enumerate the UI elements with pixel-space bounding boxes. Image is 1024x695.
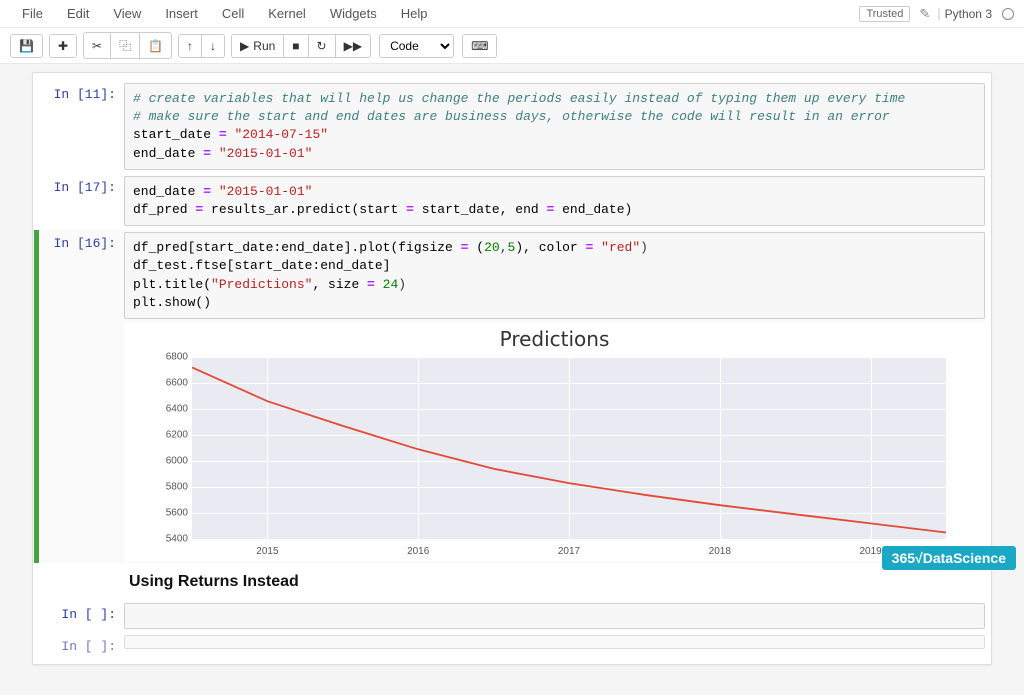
ytick: 5600 bbox=[156, 507, 188, 518]
command-palette-button[interactable]: ⌨ bbox=[463, 35, 496, 57]
fast-forward-button[interactable]: ▶▶ bbox=[336, 35, 370, 57]
ytick: 6400 bbox=[156, 403, 188, 414]
arrow-down-icon: ↓ bbox=[210, 39, 216, 53]
menu-view[interactable]: View bbox=[101, 2, 153, 25]
xtick: 2018 bbox=[709, 546, 731, 557]
run-label: Run bbox=[253, 39, 275, 53]
kernel-name[interactable]: Python 3 bbox=[945, 7, 992, 21]
ytick: 6800 bbox=[156, 351, 188, 362]
data-line bbox=[192, 367, 946, 532]
menu-help[interactable]: Help bbox=[389, 2, 440, 25]
ytick: 6600 bbox=[156, 377, 188, 388]
xtick: 2016 bbox=[407, 546, 429, 557]
save-icon: 💾 bbox=[19, 39, 34, 53]
menu-kernel[interactable]: Kernel bbox=[256, 2, 318, 25]
code-cell-16[interactable]: In [16]: df_pred[start_date:end_date].pl… bbox=[34, 230, 985, 563]
fast-forward-icon: ▶▶ bbox=[344, 39, 362, 53]
code-input[interactable]: end_date = "2015-01-01" df_pred = result… bbox=[124, 176, 985, 226]
output-area: Predictions 5400 5600 5800 6000 6200 6400 6600… bbox=[124, 319, 985, 561]
stop-icon: ■ bbox=[292, 39, 299, 53]
markdown-heading[interactable]: Using Returns Instead bbox=[39, 565, 985, 599]
save-button[interactable]: 💾 bbox=[11, 35, 42, 57]
restart-button[interactable]: ↻ bbox=[309, 35, 336, 57]
arrow-up-icon: ↑ bbox=[187, 39, 193, 53]
heading-returns: Using Returns Instead bbox=[129, 573, 985, 591]
xtick: 2015 bbox=[256, 546, 278, 557]
paste-button[interactable]: 📋 bbox=[140, 33, 171, 58]
cut-button[interactable]: ✂ bbox=[84, 33, 111, 58]
scissors-icon: ✂ bbox=[92, 39, 102, 53]
restart-icon: ↻ bbox=[317, 39, 327, 53]
menu-insert[interactable]: Insert bbox=[153, 2, 210, 25]
kernel-indicator-icon bbox=[1002, 8, 1014, 20]
paste-icon: 📋 bbox=[148, 39, 163, 53]
copy-icon: ⿻ bbox=[119, 37, 131, 54]
trusted-badge: Trusted bbox=[859, 6, 910, 22]
plot-area: 5400560058006000620064006600680020152016… bbox=[156, 357, 946, 557]
watermark: 365√DataScience bbox=[882, 546, 1016, 570]
run-button[interactable]: ▶ Run bbox=[232, 35, 284, 57]
code-input[interactable]: # create variables that will help us cha… bbox=[124, 83, 985, 170]
pencil-icon[interactable]: ✎ bbox=[919, 6, 930, 22]
copy-button[interactable]: ⿻ bbox=[111, 33, 140, 58]
code-cell-empty-2[interactable]: In [ ]: bbox=[39, 633, 985, 656]
ytick: 5800 bbox=[156, 481, 188, 492]
code-input[interactable] bbox=[124, 603, 985, 629]
separator: | bbox=[937, 6, 940, 21]
keyboard-icon: ⌨ bbox=[471, 39, 488, 53]
notebook: In [11]: # create variables that will he… bbox=[32, 72, 992, 665]
move-up-button[interactable]: ↑ bbox=[179, 35, 202, 57]
prompt: In [ ]: bbox=[39, 635, 124, 654]
xtick: 2017 bbox=[558, 546, 580, 557]
code-input[interactable] bbox=[124, 635, 985, 649]
cell-type-select[interactable]: Code bbox=[379, 34, 454, 58]
ytick: 6200 bbox=[156, 429, 188, 440]
xtick: 2019 bbox=[859, 546, 881, 557]
add-cell-button[interactable]: ✚ bbox=[50, 35, 76, 57]
chart-title: Predictions bbox=[128, 327, 981, 351]
code-cell-11[interactable]: In [11]: # create variables that will he… bbox=[39, 81, 985, 172]
ytick: 5400 bbox=[156, 533, 188, 544]
stop-button[interactable]: ■ bbox=[284, 35, 308, 57]
menu-widgets[interactable]: Widgets bbox=[318, 2, 389, 25]
prompt: In [ ]: bbox=[39, 603, 124, 629]
chart: Predictions 5400 5600 5800 6000 6200 6400 6600… bbox=[124, 323, 985, 561]
prompt: In [16]: bbox=[39, 232, 124, 561]
plus-icon: ✚ bbox=[58, 39, 68, 53]
prompt: In [17]: bbox=[39, 176, 124, 226]
run-icon: ▶ bbox=[240, 39, 249, 53]
ytick: 6000 bbox=[156, 455, 188, 466]
menu-cell[interactable]: Cell bbox=[210, 2, 256, 25]
code-cell-17[interactable]: In [17]: end_date = "2015-01-01" df_pred… bbox=[39, 174, 985, 228]
code-input[interactable]: df_pred[start_date:end_date].plot(figsiz… bbox=[124, 232, 985, 319]
move-down-button[interactable]: ↓ bbox=[202, 35, 224, 57]
prompt: In [11]: bbox=[39, 83, 124, 170]
menu-edit[interactable]: Edit bbox=[55, 2, 101, 25]
code-cell-empty-1[interactable]: In [ ]: bbox=[39, 601, 985, 631]
menu-file[interactable]: File bbox=[10, 2, 55, 25]
